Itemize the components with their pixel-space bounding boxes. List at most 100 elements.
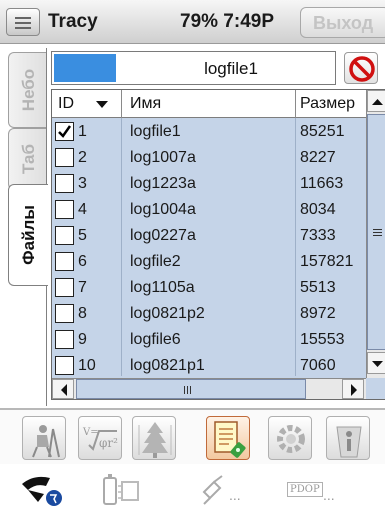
row-checkbox[interactable] — [55, 356, 74, 375]
tab-files-label: Файлы — [18, 205, 38, 265]
cell-id: 8 — [78, 305, 87, 322]
arrow-left-icon — [61, 384, 67, 396]
cell-name: log0821p1 — [130, 357, 205, 374]
row-checkbox[interactable] — [55, 278, 74, 297]
row-checkbox[interactable] — [55, 148, 74, 167]
table-row[interactable]: 4 log1004a 8034 — [52, 198, 366, 222]
scroll-up-button[interactable] — [367, 90, 385, 112]
cell-name: log1223a — [130, 175, 196, 192]
scroll-right-button[interactable] — [342, 379, 364, 399]
formula-button[interactable]: V= φr² — [78, 416, 122, 460]
cell-name: log1105a — [130, 279, 195, 296]
formula-icon: V= φr² — [82, 427, 118, 451]
start-menu-button[interactable] — [6, 8, 40, 36]
column-header-name[interactable]: Имя — [130, 95, 161, 113]
row-checkbox[interactable] — [55, 174, 74, 193]
satellite-icon[interactable] — [198, 470, 230, 510]
tree-button[interactable] — [132, 416, 176, 460]
table-row[interactable]: 3 log1223a 11663 — [52, 172, 366, 196]
current-file-field[interactable]: logfile1 — [51, 51, 336, 85]
scroll-left-button[interactable] — [52, 379, 74, 399]
table-header: ID Имя Размер — [52, 90, 366, 118]
cell-size: 11663 — [300, 175, 344, 192]
surveyor-button[interactable] — [22, 416, 66, 460]
cell-id: 6 — [78, 253, 87, 270]
cell-size: 85251 — [300, 123, 345, 140]
gear-icon — [277, 425, 305, 453]
battery-receiver-icon[interactable] — [96, 470, 144, 510]
tab-files[interactable]: Файлы — [8, 184, 48, 286]
notepad-gps-icon — [214, 421, 246, 458]
current-file-name: logfile1 — [204, 59, 258, 78]
cell-name: logfile1 — [130, 123, 181, 140]
sort-desc-icon[interactable] — [96, 101, 108, 108]
file-color-swatch — [54, 54, 116, 82]
row-checkbox[interactable] — [55, 330, 74, 349]
pdop-label[interactable]: PDOP — [287, 482, 323, 497]
cell-id: 9 — [78, 331, 87, 348]
table-row[interactable]: 5 log0227a 7333 — [52, 224, 366, 248]
cell-id: 2 — [78, 149, 87, 166]
horizontal-scroll-thumb[interactable] — [76, 379, 306, 399]
column-header-id[interactable]: ID — [58, 95, 74, 113]
table-row[interactable]: 6 logfile2 157821 — [52, 250, 366, 274]
cell-name: log1004a — [130, 201, 196, 218]
cell-size: 7333 — [300, 227, 336, 244]
title-bar: Tracy 79% 7:49P Выход — [0, 0, 385, 44]
clear-button[interactable] — [344, 52, 378, 84]
cell-size: 157821 — [300, 253, 354, 270]
svg-text:V=: V= — [82, 427, 99, 438]
cell-id: 10 — [78, 357, 96, 374]
cell-name: logfile6 — [130, 331, 181, 348]
surveyor-icon — [32, 425, 60, 458]
tab-table[interactable]: Таб — [8, 128, 48, 190]
cell-id: 4 — [78, 201, 87, 218]
row-checkbox[interactable] — [55, 252, 74, 271]
info-button[interactable] — [326, 416, 370, 460]
horizontal-scrollbar[interactable] — [52, 378, 366, 399]
row-checkbox[interactable] — [55, 226, 74, 245]
row-checkbox[interactable] — [55, 200, 74, 219]
cell-id: 1 — [78, 123, 87, 140]
notepad-gps-button[interactable] — [206, 416, 250, 460]
cell-id: 5 — [78, 227, 87, 244]
table-row[interactable]: 2 log1007a 8227 — [52, 146, 366, 170]
cell-name: log0821p2 — [130, 305, 205, 322]
table-row[interactable]: 1 logfile1 85251 — [52, 120, 366, 144]
arrow-up-icon — [372, 99, 383, 105]
forbidden-icon — [349, 56, 375, 82]
row-checkbox[interactable] — [55, 122, 74, 141]
table-row[interactable]: 7 log1105a 5513 — [52, 276, 366, 300]
settings-button[interactable] — [268, 416, 312, 460]
cell-size: 7060 — [300, 357, 336, 374]
row-checkbox[interactable] — [55, 304, 74, 323]
tab-sky[interactable]: Небо — [8, 52, 48, 128]
scroll-down-button[interactable] — [367, 352, 385, 374]
table-row[interactable]: 10 log0821p1 7060 — [52, 354, 366, 378]
bottom-toolbar: V= φr² — [0, 408, 385, 464]
arrow-right-icon — [351, 384, 357, 396]
vertical-scroll-thumb[interactable] — [367, 114, 385, 350]
vertical-scrollbar[interactable] — [366, 90, 385, 378]
gps-status-text: ... — [229, 487, 241, 503]
file-table[interactable]: ID Имя Размер 1 logfile1 85251 2 log1007a 822… — [51, 89, 385, 400]
cell-id: 3 — [78, 175, 87, 192]
column-header-size[interactable]: Размер — [300, 95, 355, 113]
cell-id: 7 — [78, 279, 87, 296]
app-title: Tracy — [48, 11, 98, 32]
checkmark-icon — [58, 125, 72, 138]
info-icon — [336, 426, 362, 458]
files-panel: logfile1 ID Имя Размер 1 logfile1 85251 2 lo… — [46, 48, 385, 406]
pdop-value: ... — [323, 487, 335, 503]
exit-button[interactable]: Выход — [300, 7, 385, 38]
table-row[interactable]: 8 log0821p2 8972 — [52, 302, 366, 326]
trimble-logo-icon[interactable] — [16, 470, 68, 510]
cell-size: 5513 — [300, 279, 336, 296]
tab-sky-label: Небо — [18, 68, 38, 112]
svg-text:φr²: φr² — [99, 436, 118, 450]
cell-size: 8034 — [300, 201, 336, 218]
cell-size: 8227 — [300, 149, 336, 166]
battery-clock-status: 79% 7:49P — [180, 11, 275, 32]
cell-name: logfile2 — [130, 253, 181, 270]
table-row[interactable]: 9 logfile6 15553 — [52, 328, 366, 352]
